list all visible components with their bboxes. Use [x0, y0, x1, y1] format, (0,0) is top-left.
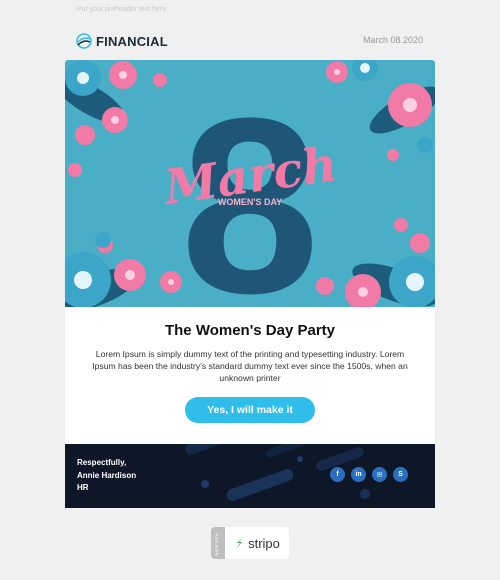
hero-caption: WOMEN'S DAY — [218, 197, 282, 207]
party-title: The Women's Day Party — [164, 322, 335, 339]
stripo-brand-text: stripo — [248, 535, 280, 551]
made-with-stripo-badge[interactable]: MADE WITH stripo — [211, 527, 289, 559]
logo-text: FINANCIAL — [96, 33, 168, 49]
globe-logo-icon — [76, 33, 92, 49]
signature-line: Annie Hardison — [77, 470, 137, 480]
hero-illustration: 8 March WOMEN'S DAY — [65, 60, 435, 307]
signature: Respectfully, Annie Hardison HR — [77, 457, 136, 495]
signature-line: HR — [77, 483, 89, 492]
badge-side-text: MADE WITH — [214, 533, 219, 556]
rsvp-button[interactable]: Yes, I will make it — [185, 397, 315, 423]
email-footer: Respectfully, Annie Hardison HR f in ✉ S — [65, 444, 435, 508]
email-header: FINANCIAL March 08.2020 — [65, 28, 435, 54]
signature-line: Respectfully, — [77, 458, 127, 467]
linkedin-icon[interactable]: in — [351, 467, 366, 482]
mail-icon[interactable]: ✉ — [372, 467, 387, 482]
stripo-logo: stripo — [225, 536, 289, 551]
facebook-icon[interactable]: f — [330, 467, 345, 482]
social-links: f in ✉ S — [330, 467, 408, 482]
header-date: March 08.2020 — [362, 35, 423, 45]
email-card: 8 March WOMEN'S DAY The Women's Day Part… — [65, 60, 435, 508]
stripo-leaf-icon — [236, 537, 244, 549]
preheader-text: Put your preheader text here — [77, 6, 167, 13]
hero-banner: 8 March WOMEN'S DAY — [65, 60, 435, 307]
party-description: Lorem Ipsum is simply dummy text of the … — [92, 349, 408, 383]
brand-logo[interactable]: FINANCIAL — [76, 33, 168, 49]
skype-icon[interactable]: S — [393, 467, 408, 482]
badge-side-strip: MADE WITH — [211, 527, 225, 559]
